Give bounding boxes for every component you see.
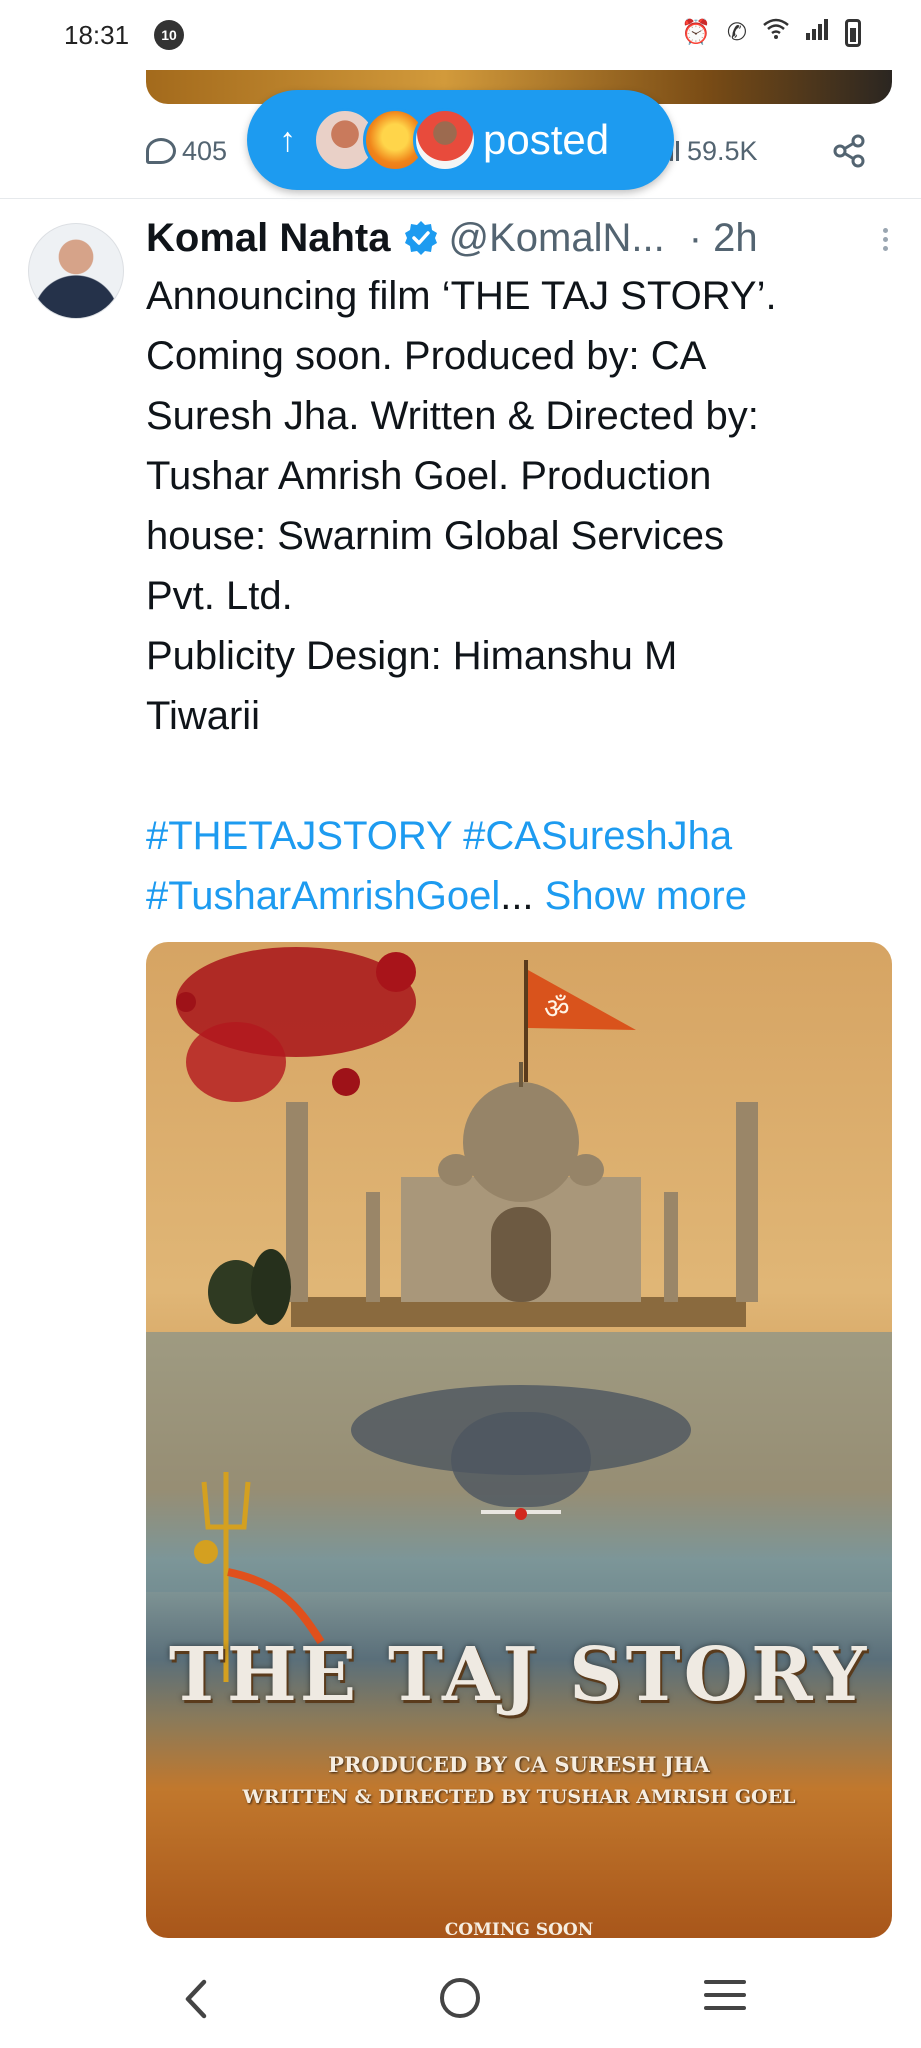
signal-icon <box>805 18 829 47</box>
chevron-left-icon[interactable] <box>176 1974 216 2024</box>
tweet-line: Tiwarii <box>146 694 261 738</box>
author-handle[interactable]: @KomalN... <box>449 216 665 261</box>
alarm-icon: ⏰ <box>681 19 711 46</box>
arrow-up-icon: ↑ <box>279 120 296 159</box>
reply-count: 405 <box>182 135 228 166</box>
navigation-bar <box>0 1950 921 2048</box>
status-icons: ⏰ ✆ <box>681 18 861 47</box>
call-icon: ✆ <box>726 19 747 46</box>
om-symbol: ॐ <box>544 992 570 1025</box>
circle-home-icon[interactable] <box>440 1978 480 2018</box>
tweet-media-image[interactable]: ॐ THE TAJ STORY PRODUCED BY CA SURESH JH… <box>146 942 892 1938</box>
verified-badge-icon <box>404 221 437 255</box>
divider <box>0 198 921 199</box>
notification-count-badge: 10 <box>154 20 184 50</box>
share-icon[interactable] <box>832 134 866 173</box>
hashtags-line-1[interactable]: #THETAJSTORY #CASureshJha <box>146 814 732 858</box>
new-posts-label: posted <box>483 116 610 163</box>
reply-button[interactable]: 405 <box>146 136 227 167</box>
author-avatar[interactable] <box>28 223 124 319</box>
author-name[interactable]: Komal Nahta <box>146 216 391 261</box>
show-more-link[interactable]: Show more <box>545 874 747 918</box>
tweet-line: Announcing film ‘THE TAJ STORY’. <box>146 274 777 318</box>
tweet-line: house: Swarnim Global Services <box>146 514 725 558</box>
tweet-line: Publicity Design: Himanshu M <box>146 634 678 678</box>
poster-footer: COMING SOON <box>444 1920 594 1938</box>
pill-avatars <box>313 108 477 172</box>
new-posts-pill[interactable]: ↑ posted <box>247 90 674 190</box>
wifi-icon <box>763 18 789 47</box>
avatar <box>413 108 477 172</box>
view-count: 59.5K <box>687 135 758 166</box>
hashtag-link[interactable]: #TusharAmrishGoel <box>146 874 500 918</box>
views-button[interactable]: 59.5K <box>664 136 758 167</box>
tweet-line: Tushar Amrish Goel. Production <box>146 454 712 498</box>
poster-written-by: WRITTEN & DIRECTED BY TUSHAR AMRISH GOEL <box>242 1786 796 1808</box>
post-timestamp[interactable]: · 2h <box>689 216 758 261</box>
battery-icon <box>845 18 861 47</box>
reply-icon <box>146 138 176 164</box>
poster-title: THE TAJ STORY <box>168 1632 870 1718</box>
tweet-line: Coming soon. Produced by: CA <box>146 334 707 378</box>
status-time: 18:31 <box>64 20 130 50</box>
ellipsis: ... <box>500 874 534 918</box>
tweet-line: Suresh Jha. Written & Directed by: <box>146 394 759 438</box>
tweet-text: Announcing film ‘THE TAJ STORY’. Coming … <box>146 266 886 926</box>
tweet-header: Komal Nahta @KomalN... · 2h <box>146 210 896 266</box>
more-options-icon[interactable] <box>883 228 888 251</box>
poster-produced-by: PRODUCED BY CA SURESH JHA <box>328 1752 710 1777</box>
three-lines-icon[interactable] <box>704 1980 746 2010</box>
status-bar: 18:31 10 ⏰ ✆ <box>0 0 921 70</box>
tweet-line: Pvt. Ltd. <box>146 574 293 618</box>
